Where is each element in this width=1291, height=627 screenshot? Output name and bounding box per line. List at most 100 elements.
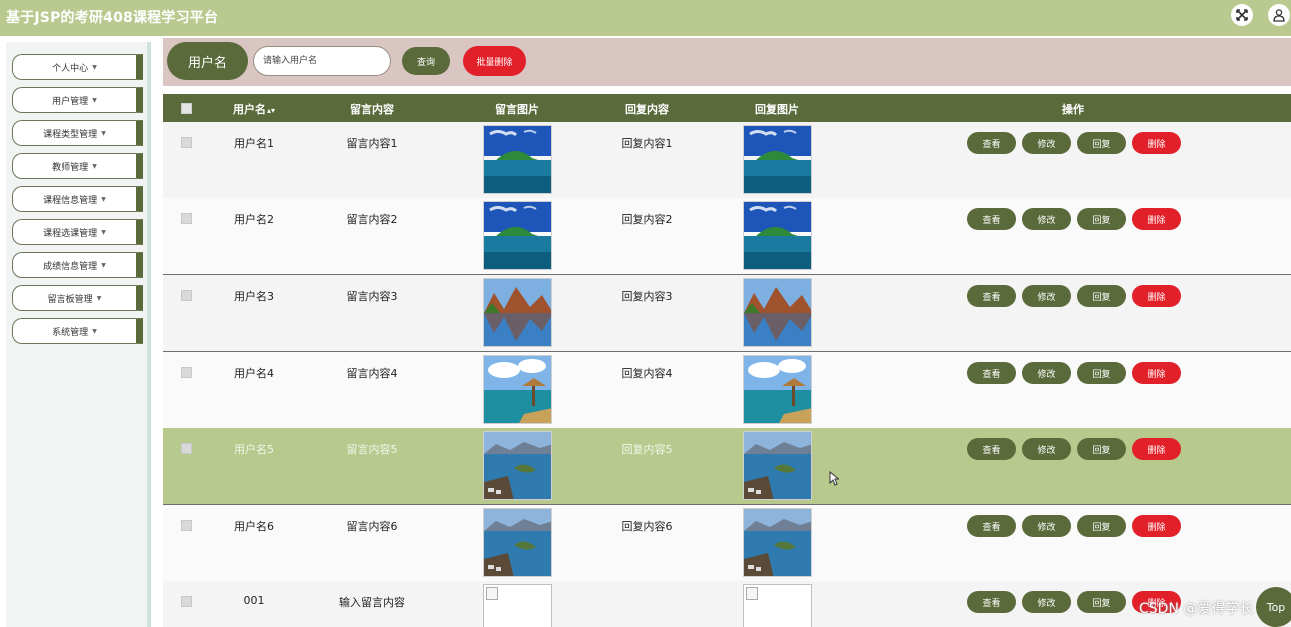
view-button[interactable]: 查看 bbox=[967, 362, 1016, 384]
cell-message: 留言内容4 bbox=[346, 367, 398, 380]
edit-button[interactable]: 修改 bbox=[1022, 285, 1071, 307]
sidebar-item-label: 留言板管理 bbox=[47, 294, 93, 305]
delete-button[interactable]: 删除 bbox=[1132, 515, 1181, 537]
table-row[interactable]: 用户名5 留言内容5 回复内容5 查看 修改 回复 删除 bbox=[163, 428, 1291, 505]
app-title: 基于JSP的考研408课程学习平台 bbox=[6, 10, 219, 26]
edit-button[interactable]: 修改 bbox=[1022, 132, 1071, 154]
user-icon[interactable] bbox=[1268, 4, 1290, 26]
sidebar-item-label: 个人中心 bbox=[52, 63, 89, 74]
message-image[interactable] bbox=[483, 584, 552, 627]
message-image[interactable] bbox=[483, 201, 552, 270]
message-image[interactable] bbox=[483, 278, 552, 347]
caret-down-icon: ▼ bbox=[92, 63, 97, 71]
message-image[interactable] bbox=[483, 355, 552, 424]
row-checkbox[interactable] bbox=[181, 137, 192, 148]
cell-username: 用户名6 bbox=[234, 520, 274, 533]
caret-down-icon: ▼ bbox=[92, 96, 97, 104]
delete-button[interactable]: 删除 bbox=[1132, 132, 1181, 154]
sidebar-item-label: 课程选课管理 bbox=[43, 228, 98, 239]
table-header: 用户名▴▾ 留言内容 留言图片 回复内容 回复图片 操作 bbox=[163, 94, 1291, 122]
row-checkbox[interactable] bbox=[181, 520, 192, 531]
edit-button[interactable]: 修改 bbox=[1022, 591, 1071, 613]
delete-button[interactable]: 删除 bbox=[1132, 438, 1181, 460]
cell-username: 用户名5 bbox=[234, 443, 274, 456]
message-image[interactable] bbox=[483, 125, 552, 194]
view-button[interactable]: 查看 bbox=[967, 132, 1016, 154]
query-button[interactable]: 查询 bbox=[402, 47, 450, 75]
view-button[interactable]: 查看 bbox=[967, 208, 1016, 230]
view-button[interactable]: 查看 bbox=[967, 591, 1016, 613]
sidebar-item-teacher-management[interactable]: 教师管理 ▼ bbox=[12, 153, 143, 179]
reply-image[interactable] bbox=[743, 584, 812, 627]
cell-message: 留言内容6 bbox=[346, 520, 398, 533]
table-row[interactable]: 用户名3 留言内容3 回复内容3 查看 修改 回复 删除 bbox=[163, 275, 1291, 352]
select-all-checkbox[interactable] bbox=[181, 103, 192, 114]
reply-image[interactable] bbox=[743, 355, 812, 424]
delete-button[interactable]: 删除 bbox=[1132, 208, 1181, 230]
sidebar-item-message-board-management[interactable]: 留言板管理 ▼ bbox=[12, 285, 143, 311]
view-button[interactable]: 查看 bbox=[967, 285, 1016, 307]
reply-image[interactable] bbox=[743, 431, 812, 500]
sidebar-item-course-info-management[interactable]: 课程信息管理 ▼ bbox=[12, 186, 143, 212]
cell-reply: 回复内容1 bbox=[621, 137, 673, 150]
sidebar-item-label: 系统管理 bbox=[52, 327, 89, 338]
reply-button[interactable]: 回复 bbox=[1077, 362, 1126, 384]
view-button[interactable]: 查看 bbox=[967, 515, 1016, 537]
cell-reply: 回复内容2 bbox=[621, 213, 673, 226]
cell-reply: 回复内容5 bbox=[621, 443, 673, 456]
caret-down-icon: ▼ bbox=[101, 129, 106, 137]
row-checkbox[interactable] bbox=[181, 596, 192, 607]
column-header-username[interactable]: 用户名▴▾ bbox=[233, 101, 275, 117]
message-image[interactable] bbox=[483, 431, 552, 500]
sidebar-item-label: 成绩信息管理 bbox=[43, 261, 98, 272]
caret-down-icon: ▼ bbox=[101, 261, 106, 269]
view-button[interactable]: 查看 bbox=[967, 438, 1016, 460]
row-checkbox[interactable] bbox=[181, 443, 192, 454]
sidebar-item-label: 用户管理 bbox=[52, 96, 89, 107]
reply-button[interactable]: 回复 bbox=[1077, 438, 1126, 460]
table-row[interactable]: 001 输入留言内容 查看 修改 回复 删除 bbox=[163, 581, 1291, 627]
sidebar-item-system-management[interactable]: 系统管理 ▼ bbox=[12, 318, 143, 344]
cell-reply: 回复内容4 bbox=[621, 367, 673, 380]
table-row[interactable]: 用户名6 留言内容6 回复内容6 查看 修改 回复 删除 bbox=[163, 505, 1291, 582]
edit-button[interactable]: 修改 bbox=[1022, 515, 1071, 537]
row-checkbox[interactable] bbox=[181, 290, 192, 301]
search-bar: 用户名 查询 批量删除 bbox=[163, 38, 1291, 86]
table-row[interactable]: 用户名2 留言内容2 回复内容2 查看 修改 回复 删除 bbox=[163, 198, 1291, 275]
username-search-input[interactable] bbox=[253, 46, 391, 76]
reply-button[interactable]: 回复 bbox=[1077, 208, 1126, 230]
edit-button[interactable]: 修改 bbox=[1022, 362, 1071, 384]
reply-image[interactable] bbox=[743, 278, 812, 347]
column-header-label: 用户名 bbox=[232, 103, 266, 116]
table-row[interactable]: 用户名1 留言内容1 回复内容1 查看 修改 回复 删除 bbox=[163, 122, 1291, 199]
delete-button[interactable]: 删除 bbox=[1132, 285, 1181, 307]
sidebar-item-course-selection-management[interactable]: 课程选课管理 ▼ bbox=[12, 219, 143, 245]
reply-button[interactable]: 回复 bbox=[1077, 515, 1126, 537]
reply-image[interactable] bbox=[743, 125, 812, 194]
row-checkbox[interactable] bbox=[181, 213, 192, 224]
reply-button[interactable]: 回复 bbox=[1077, 132, 1126, 154]
cell-reply: 回复内容3 bbox=[621, 290, 673, 303]
reply-image[interactable] bbox=[743, 508, 812, 577]
cell-message: 留言内容5 bbox=[346, 443, 398, 456]
sidebar-item-grade-management[interactable]: 成绩信息管理 ▼ bbox=[12, 252, 143, 278]
delete-button[interactable]: 删除 bbox=[1132, 362, 1181, 384]
row-checkbox[interactable] bbox=[181, 367, 192, 378]
cell-message: 留言内容2 bbox=[346, 213, 398, 226]
sort-icon[interactable]: ▴▾ bbox=[267, 106, 275, 115]
back-to-top-button[interactable]: Top bbox=[1256, 587, 1291, 627]
edit-button[interactable]: 修改 bbox=[1022, 208, 1071, 230]
reply-image[interactable] bbox=[743, 201, 812, 270]
sidebar-item-course-type-management[interactable]: 课程类型管理 ▼ bbox=[12, 120, 143, 146]
reply-button[interactable]: 回复 bbox=[1077, 285, 1126, 307]
header-bar: 基于JSP的考研408课程学习平台 bbox=[0, 0, 1291, 36]
table-row[interactable]: 用户名4 留言内容4 回复内容4 查看 修改 回复 删除 bbox=[163, 352, 1291, 429]
batch-delete-button[interactable]: 批量删除 bbox=[463, 46, 526, 76]
reply-button[interactable]: 回复 bbox=[1077, 591, 1126, 613]
caret-down-icon: ▼ bbox=[101, 228, 106, 236]
message-image[interactable] bbox=[483, 508, 552, 577]
fullscreen-icon[interactable] bbox=[1231, 4, 1253, 26]
sidebar-item-user-management[interactable]: 用户管理 ▼ bbox=[12, 87, 143, 113]
sidebar-item-personal-center[interactable]: 个人中心 ▼ bbox=[12, 54, 143, 80]
edit-button[interactable]: 修改 bbox=[1022, 438, 1071, 460]
